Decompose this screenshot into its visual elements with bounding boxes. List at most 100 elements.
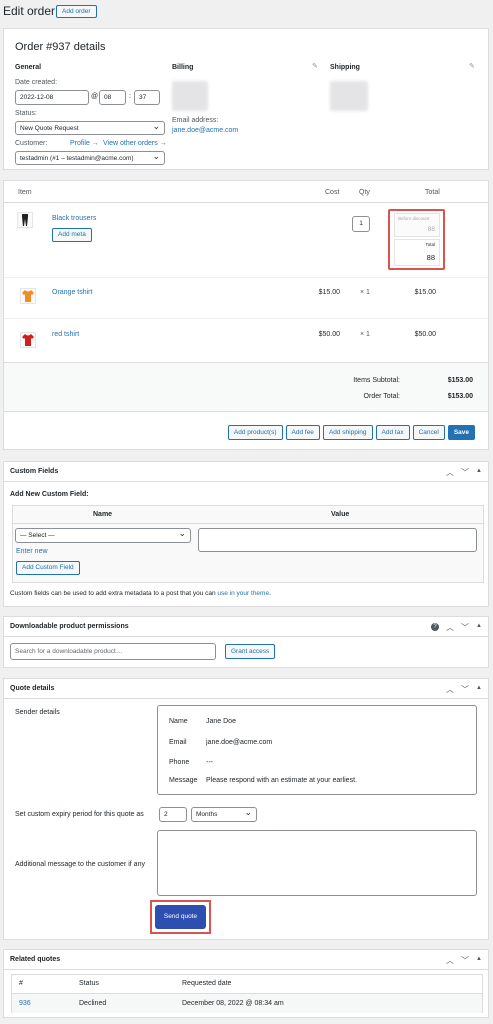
- sender-details-panel: Name Jane Doe Email jane.doe@acme.com Ph…: [157, 705, 477, 795]
- sender-phone-value: ---: [206, 759, 213, 766]
- chevron-up-icon[interactable]: ︿: [446, 684, 454, 695]
- quote-details-header[interactable]: Quote details ︿ ﹀ ▲: [4, 679, 488, 699]
- item-link-orange-tshirt[interactable]: Orange tshirt: [52, 289, 92, 296]
- triangle-up-icon[interactable]: ▲: [476, 956, 482, 966]
- billing-address-blurred: [172, 81, 208, 111]
- custom-field-name-select[interactable]: — Select —: [15, 528, 191, 543]
- downloadable-product-search[interactable]: Search for a downloadable product…: [10, 643, 216, 660]
- minute-input[interactable]: 37: [134, 90, 160, 105]
- billing-email-link[interactable]: jane.doe@acme.com: [172, 127, 238, 134]
- items-col-item: Item: [18, 189, 32, 196]
- chevron-down-icon[interactable]: ﹀: [461, 467, 469, 478]
- custom-fields-table: Name Value — Select — Enter new Add Cust…: [12, 505, 484, 583]
- triangle-up-icon[interactable]: ▲: [476, 685, 482, 695]
- items-subtotal-label: Items Subtotal:: [353, 377, 400, 384]
- item-link-red-tshirt[interactable]: red tshirt: [52, 331, 79, 338]
- line-total-box: Total 88: [394, 239, 440, 266]
- date-input[interactable]: 2022-12-08: [15, 90, 89, 105]
- orange-tshirt-thumbnail: [20, 288, 36, 304]
- customer-label: Customer:: [15, 140, 48, 147]
- order-items-box: Item Cost Qty Total Black trousers Add m…: [3, 180, 489, 450]
- expiry-value-input[interactable]: 2: [159, 807, 187, 822]
- chevron-up-icon[interactable]: ︿: [446, 467, 454, 478]
- downloads-header[interactable]: Downloadable product permissions ? ︿ ﹀ ▲: [4, 617, 488, 637]
- add-fee-button[interactable]: Add fee: [285, 425, 320, 440]
- related-quotes-table: # Status Requested date 936 Declined Dec…: [11, 974, 483, 1013]
- add-tax-button[interactable]: Add tax: [375, 425, 410, 440]
- related-col-status: Status: [79, 980, 99, 987]
- sender-name-value: Jane Doe: [206, 718, 236, 725]
- billing-email-label: Email address:: [172, 117, 219, 124]
- sender-email-label: Email: [169, 739, 187, 746]
- order-total-value: $153.00: [447, 393, 473, 400]
- items-col-qty: Qty: [359, 189, 370, 196]
- item-cost: $15.00: [318, 289, 340, 296]
- add-order-button[interactable]: Add order: [56, 5, 97, 18]
- general-heading: General: [15, 64, 42, 71]
- chevron-up-icon[interactable]: ︿: [446, 622, 454, 633]
- triangle-up-icon[interactable]: ▲: [476, 468, 482, 478]
- add-custom-field-button[interactable]: Add Custom Field: [16, 561, 80, 575]
- sender-message-value: Please respond with an estimate at your …: [206, 777, 357, 784]
- related-col-date: Requested date: [182, 980, 232, 987]
- cf-col-name: Name: [93, 511, 113, 518]
- at-sign: @: [91, 93, 99, 100]
- custom-fields-help: Custom fields can be used to add extra m…: [10, 590, 271, 597]
- before-discount-label: Before discount: [398, 216, 430, 221]
- chevron-down-icon[interactable]: ﹀: [461, 684, 469, 695]
- expiry-unit-select[interactable]: Months: [191, 807, 257, 822]
- downloads-title: Downloadable product permissions: [10, 623, 129, 630]
- chevron-down-icon[interactable]: ﹀: [461, 622, 469, 633]
- status-select[interactable]: New Quote Request: [15, 121, 165, 135]
- cancel-button[interactable]: Cancel: [412, 425, 445, 440]
- items-col-total: Total: [425, 189, 440, 196]
- custom-fields-header[interactable]: Custom Fields ︿ ﹀ ▲: [4, 462, 488, 482]
- sender-details-label: Sender details: [15, 709, 60, 716]
- sender-name-label: Name: [169, 718, 188, 725]
- table-row: 936 Declined December 08, 2022 @ 08:34 a…: [12, 993, 482, 1013]
- item-qty: × 1: [360, 331, 370, 338]
- enter-new-link[interactable]: Enter new: [16, 548, 48, 555]
- profile-link[interactable]: Profile →: [70, 140, 99, 147]
- time-separator: :: [129, 93, 131, 100]
- custom-field-value-textarea[interactable]: [198, 528, 477, 552]
- sender-email-value: jane.doe@acme.com: [206, 739, 273, 746]
- billing-edit-pencil-icon[interactable]: ✎: [312, 62, 318, 70]
- related-quote-link[interactable]: 936: [19, 1000, 31, 1007]
- item-qty: × 1: [360, 289, 370, 296]
- line-total-value[interactable]: 88: [427, 253, 435, 262]
- add-shipping-button[interactable]: Add shipping: [322, 425, 373, 440]
- quote-details-box: Quote details ︿ ﹀ ▲ Sender details Name …: [3, 678, 489, 940]
- chevron-down-icon[interactable]: ﹀: [461, 955, 469, 966]
- red-tshirt-thumbnail: [20, 332, 36, 348]
- item-link-black-trousers[interactable]: Black trousers: [52, 215, 96, 222]
- add-meta-button[interactable]: Add meta: [52, 228, 92, 242]
- status-label: Status:: [15, 110, 37, 117]
- add-products-button[interactable]: Add product(s): [227, 425, 283, 440]
- additional-message-label: Additional message to the customer if an…: [15, 861, 145, 868]
- shipping-edit-pencil-icon[interactable]: ✎: [469, 62, 475, 70]
- before-discount-value: 88: [427, 226, 435, 233]
- date-created-label: Date created:: [15, 79, 58, 86]
- black-trousers-thumbnail: [17, 212, 33, 228]
- grant-access-button[interactable]: Grant access: [225, 644, 276, 659]
- hour-input[interactable]: 08: [99, 90, 126, 105]
- customer-select[interactable]: testadmin (#1 – testadmin@acme.com): [15, 151, 165, 165]
- related-quotes-header[interactable]: Related quotes ︿ ﹀ ▲: [4, 950, 488, 970]
- item-total: $50.00: [414, 331, 436, 338]
- sender-phone-label: Phone: [169, 759, 190, 766]
- chevron-up-icon[interactable]: ︿: [446, 955, 454, 966]
- help-icon[interactable]: ?: [431, 623, 440, 631]
- totals-area: Items Subtotal: $153.00 Order Total: $15…: [4, 362, 488, 412]
- save-button[interactable]: Save: [447, 425, 475, 440]
- item-total: $15.00: [414, 289, 436, 296]
- view-other-orders-link[interactable]: View other orders →: [103, 140, 167, 147]
- custom-fields-help-text: Custom fields can be used to add extra m…: [10, 590, 218, 597]
- related-col-num: #: [19, 980, 23, 987]
- cf-col-value: Value: [331, 511, 350, 518]
- qty-input[interactable]: 1: [352, 216, 370, 232]
- send-quote-button[interactable]: Send quote: [155, 905, 206, 929]
- triangle-up-icon[interactable]: ▲: [476, 623, 482, 633]
- additional-message-textarea[interactable]: [157, 830, 477, 896]
- use-in-theme-link[interactable]: use in your theme: [217, 590, 269, 597]
